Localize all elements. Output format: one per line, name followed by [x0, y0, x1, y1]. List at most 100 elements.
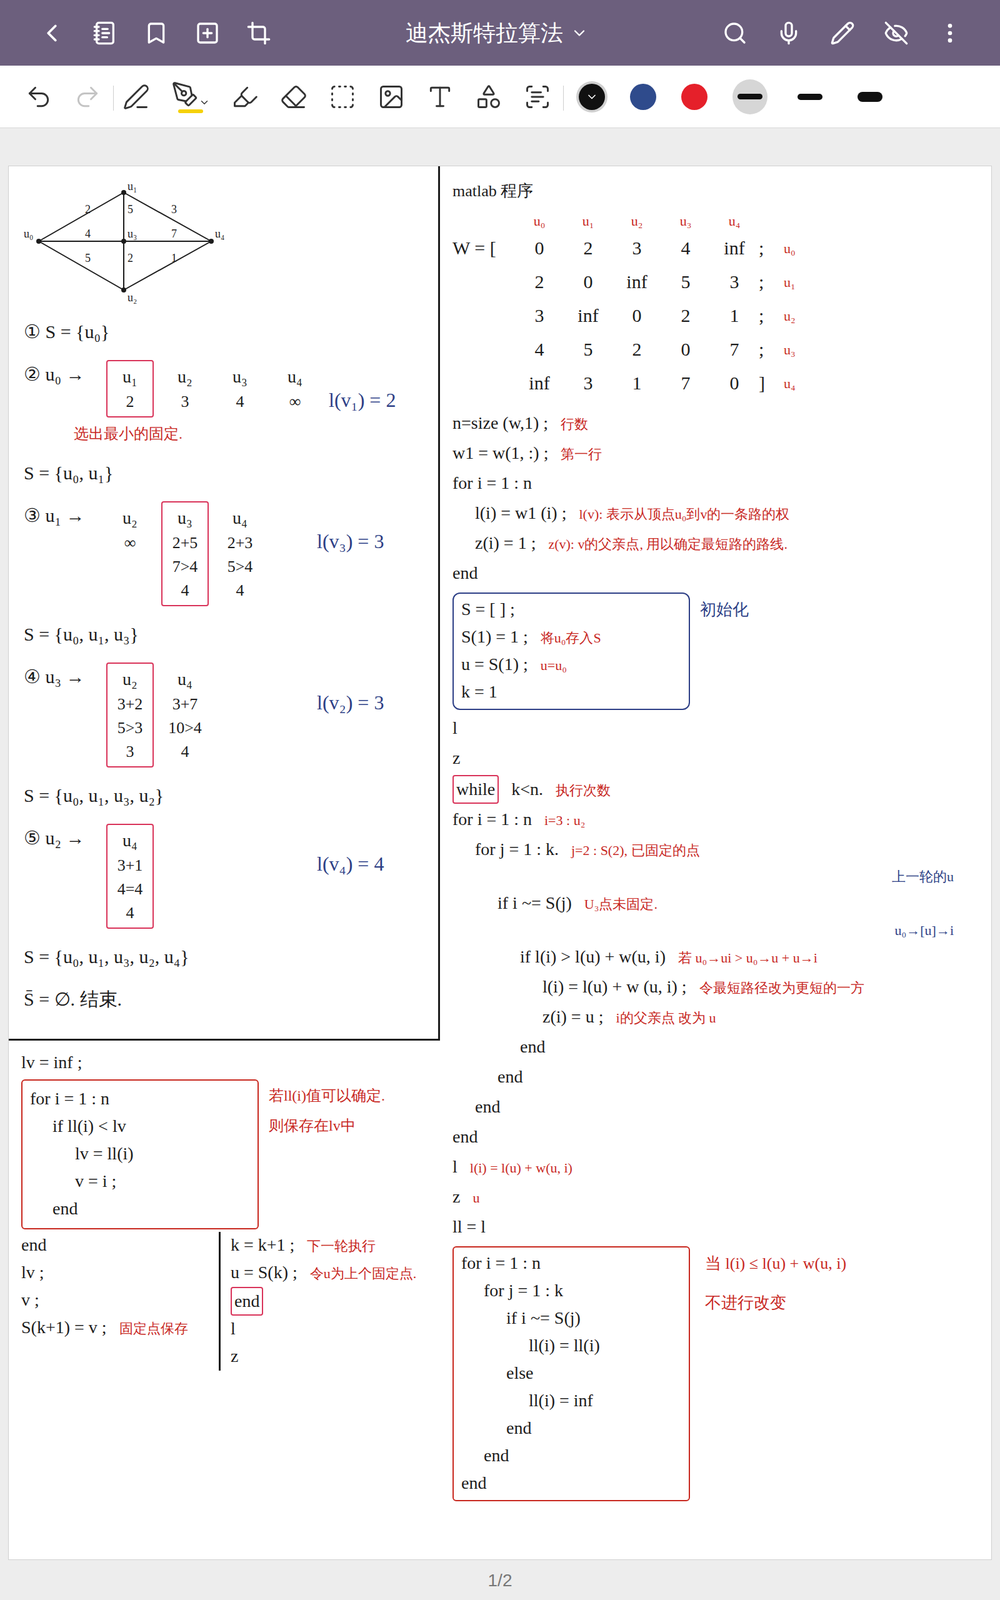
- tool-button[interactable]: [73, 83, 102, 111]
- eraser-icon[interactable]: [280, 83, 308, 111]
- code-text: lv = ll(i): [75, 1140, 134, 1167]
- image-icon[interactable]: [377, 83, 405, 111]
- selection-section: lv = inf ;for i = 1 : nif ll(i) < lvlv =…: [8, 1040, 440, 1371]
- code-line: n=size (w,1) ;行数: [452, 410, 979, 438]
- highlighter-icon[interactable]: [231, 83, 259, 111]
- code-text: k<n.: [511, 776, 544, 803]
- page-indicator: 1/2: [8, 1560, 992, 1594]
- color-swatch[interactable]: [681, 83, 708, 110]
- code-line: for j = 1 : k: [461, 1277, 682, 1305]
- tool-button[interactable]: [280, 83, 308, 111]
- tool-button[interactable]: [122, 83, 150, 111]
- code-line: end: [452, 1033, 979, 1062]
- code-comment: 行数: [560, 413, 589, 435]
- code-text: u = S(k) ;: [230, 1259, 298, 1286]
- code-line: ll = l: [452, 1213, 979, 1242]
- svg-text:2: 2: [85, 203, 91, 216]
- graph-node: u₁: [121, 180, 137, 195]
- code-text: for j = 1 : k.: [475, 836, 559, 863]
- code-text: end: [506, 1415, 532, 1442]
- step-result: l(v₁) = 2: [328, 360, 435, 415]
- redo-icon[interactable]: [73, 83, 102, 111]
- code-comment: i的父亲点 改为 u: [615, 1007, 716, 1029]
- notebook-icon[interactable]: [92, 20, 118, 46]
- code-comment: u=u₀: [540, 655, 567, 676]
- stroke-width[interactable]: [732, 79, 768, 115]
- step-column: u₂∞: [106, 501, 154, 559]
- code-line: else: [461, 1360, 682, 1388]
- document-title[interactable]: 迪杰斯特拉算法: [271, 16, 723, 50]
- stroke-width[interactable]: [792, 79, 828, 115]
- step-column: u₄2+35>44: [216, 501, 264, 607]
- set-line: S = {u₀, u₁, u₃}: [23, 620, 424, 649]
- side-note: 若ll(i)值可以确定.: [268, 1084, 385, 1107]
- fountain-pen-icon[interactable]: [171, 80, 199, 109]
- note-page[interactable]: 23515742u₀u₁u₂u₃u₄① S = {u₀}② u₀ →u₁2u₂3…: [8, 165, 992, 1560]
- tool-button[interactable]: [523, 83, 552, 111]
- tool-button[interactable]: [377, 83, 405, 111]
- search-icon[interactable]: [722, 20, 748, 46]
- code-comment: z(v): v的父亲点, 用以确定最短路的路线.: [548, 533, 788, 555]
- side-note: 当 l(i) ≤ l(u) + w(u, i): [705, 1251, 847, 1276]
- graph-node: u₀: [23, 227, 42, 244]
- keyword-box: while: [452, 775, 499, 804]
- step-label: ③ u₁ →: [23, 501, 99, 530]
- title-bar: 迪杰斯特拉算法: [0, 0, 1000, 66]
- pen-icon[interactable]: [830, 20, 855, 46]
- tool-button[interactable]: [25, 83, 53, 111]
- step-column: u₂3+25>33: [106, 662, 154, 768]
- back-icon[interactable]: [37, 18, 67, 48]
- code-text: for i = 1 : n: [30, 1085, 110, 1112]
- add-page-icon[interactable]: [195, 20, 220, 46]
- code-line: if i ~= S(j): [461, 1305, 682, 1333]
- chevron-down-icon[interactable]: [570, 24, 589, 42]
- text-icon[interactable]: [426, 83, 454, 111]
- step-block: ⑤ u₂ →u₄3+14=44l(v₄) = 4: [23, 823, 424, 929]
- code-line: whilek<n.执行次数: [452, 775, 979, 804]
- code-text: z(i) = u ;: [542, 1003, 604, 1030]
- tool-button[interactable]: [231, 83, 259, 111]
- swatch-options-icon[interactable]: [585, 90, 599, 104]
- svg-text:u₃: u₃: [127, 227, 137, 240]
- scan-text-icon[interactable]: [523, 83, 552, 111]
- stroke-width[interactable]: [852, 79, 888, 115]
- tool-bar: [0, 65, 1000, 129]
- tool-options-icon[interactable]: [198, 96, 210, 109]
- code-line: end: [452, 1093, 979, 1122]
- side-note: 不进行改变: [705, 1290, 847, 1315]
- step-column: u₃4: [216, 360, 264, 418]
- code-text: end: [497, 1063, 523, 1090]
- tool-button[interactable]: [426, 83, 454, 111]
- set-line: ① S = {u₀}: [23, 317, 424, 347]
- code-line: for i = 1 : n: [461, 1250, 682, 1278]
- mic-icon[interactable]: [776, 20, 802, 46]
- set-line: S = {u₀, u₁, u₃, u₂, u₄}: [23, 942, 424, 972]
- bookmark-icon[interactable]: [143, 20, 169, 46]
- program-title: matlab 程序: [452, 178, 979, 204]
- code-line: end: [230, 1286, 428, 1316]
- lasso-icon[interactable]: [328, 83, 357, 111]
- tool-button[interactable]: [475, 83, 503, 111]
- code-line: k = k+1 ;下一轮执行: [230, 1231, 428, 1260]
- more-icon[interactable]: [937, 20, 963, 46]
- code-text: end: [452, 1123, 478, 1150]
- tool-button[interactable]: [328, 83, 357, 111]
- graph-node: u₃: [121, 227, 137, 244]
- svg-text:u₁: u₁: [127, 180, 137, 193]
- undo-icon[interactable]: [25, 83, 53, 111]
- crop-icon[interactable]: [246, 20, 272, 46]
- graph-edge: 4: [38, 227, 124, 242]
- shapes-icon[interactable]: [475, 83, 503, 111]
- code-text: w1 = w(1, :) ;: [452, 440, 549, 467]
- pencil-icon[interactable]: [122, 83, 150, 111]
- eye-off-icon[interactable]: [883, 20, 909, 46]
- tool-button[interactable]: [171, 80, 210, 114]
- code-line: ll(i) = l(u) + w(u, i): [452, 1153, 979, 1182]
- code-line: if l(i) > l(u) + w(u, i)若 u₀→ui > u₀→u +…: [452, 943, 979, 972]
- code-line: z(i) = u ; i的父亲点 改为 u: [452, 1003, 979, 1032]
- code-text: end: [461, 1470, 487, 1497]
- step-block: ④ u₃ →u₂3+25>33u₄3+710>44l(v₂) = 3: [23, 662, 424, 768]
- color-swatch[interactable]: [630, 83, 657, 110]
- color-swatch[interactable]: [578, 83, 605, 110]
- code-text: end: [483, 1442, 509, 1469]
